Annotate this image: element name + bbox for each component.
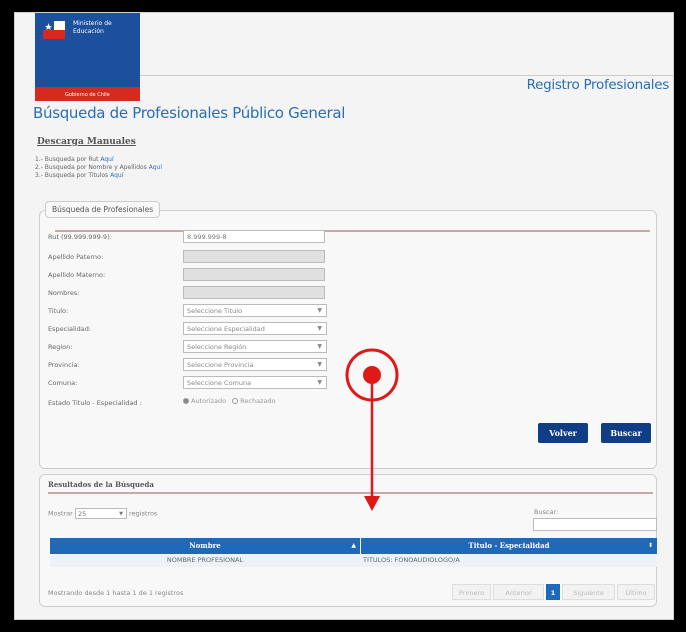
browser-page: Ministerio de Educación Gobierno de Chil… — [14, 12, 674, 620]
arrow-down-icon — [364, 384, 380, 511]
annotation-overlay — [345, 348, 399, 511]
